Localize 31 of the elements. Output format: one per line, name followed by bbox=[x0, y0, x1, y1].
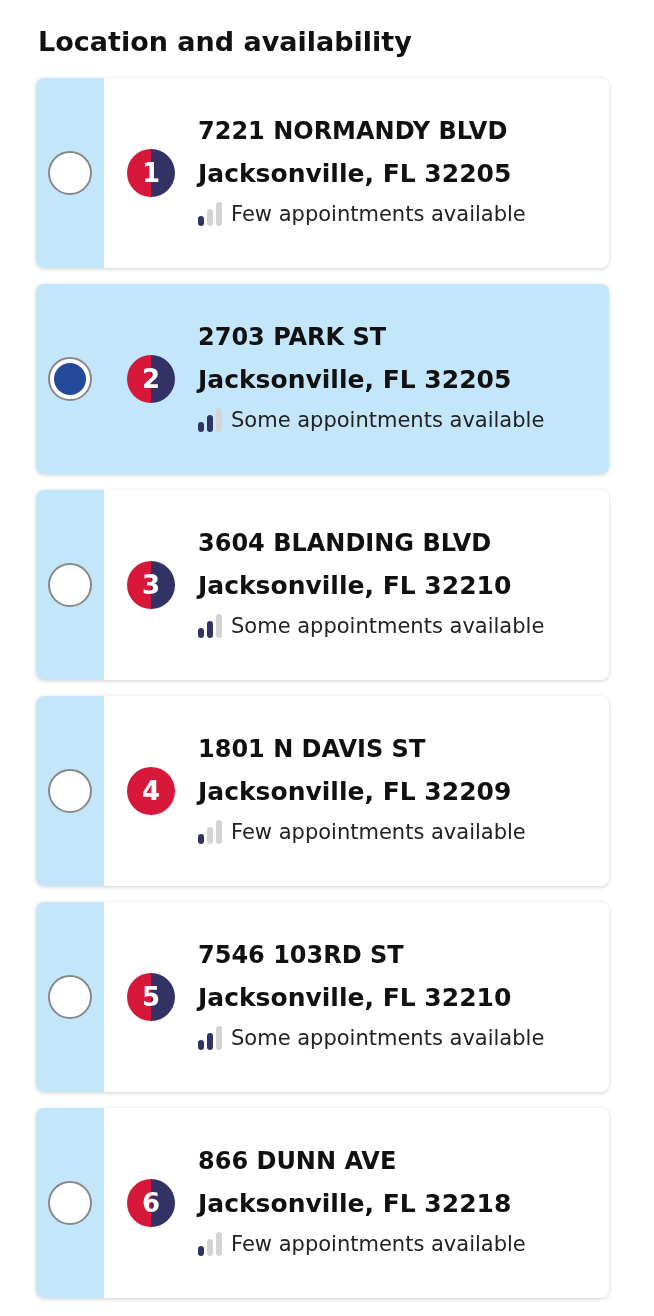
street-address: 7221 NORMANDY BLVD bbox=[198, 116, 509, 147]
availability-text: Some appointments available bbox=[231, 1025, 545, 1052]
street-address: 2703 PARK ST bbox=[198, 322, 388, 353]
radio-button[interactable] bbox=[48, 151, 92, 195]
city-line: Jacksonville, FL 32210 bbox=[198, 982, 513, 1014]
street-address: 3604 BLANDING BLVD bbox=[198, 528, 493, 559]
city-line: Jacksonville, FL 32210 bbox=[198, 570, 513, 602]
location-card[interactable]: 4 1801 N DAVIS ST Jacksonville, FL 32209 Few appointments available bbox=[36, 696, 609, 886]
radio-button[interactable] bbox=[48, 357, 92, 401]
location-card[interactable]: 6 866 DUNN AVE Jacksonville, FL 32218 Few appointments available bbox=[36, 1108, 609, 1298]
radio-button[interactable] bbox=[48, 769, 92, 813]
availability-text: Some appointments available bbox=[231, 613, 545, 640]
section-heading: Location and availability bbox=[38, 25, 413, 59]
number-marker: 2 bbox=[127, 355, 175, 403]
availability-text: Few appointments available bbox=[231, 1231, 526, 1258]
availability-text: Some appointments available bbox=[231, 407, 545, 434]
location-card[interactable]: 2 2703 PARK ST Jacksonville, FL 32205 Some appointments available bbox=[36, 284, 609, 474]
number-marker: 6 bbox=[127, 1179, 175, 1227]
availability-text: Few appointments available bbox=[231, 819, 526, 846]
city-line: Jacksonville, FL 32209 bbox=[198, 776, 513, 808]
street-address: 7546 103RD ST bbox=[198, 940, 405, 971]
street-address: 1801 N DAVIS ST bbox=[198, 734, 427, 765]
street-address: 866 DUNN AVE bbox=[198, 1146, 398, 1177]
radio-button[interactable] bbox=[48, 975, 92, 1019]
number-marker: 4 bbox=[127, 767, 175, 815]
radio-button[interactable] bbox=[48, 1181, 92, 1225]
city-line: Jacksonville, FL 32205 bbox=[198, 158, 513, 190]
city-line: Jacksonville, FL 32205 bbox=[198, 364, 513, 396]
city-line: Jacksonville, FL 32218 bbox=[198, 1188, 513, 1220]
availability-text: Few appointments available bbox=[231, 201, 526, 228]
radio-button[interactable] bbox=[48, 563, 92, 607]
